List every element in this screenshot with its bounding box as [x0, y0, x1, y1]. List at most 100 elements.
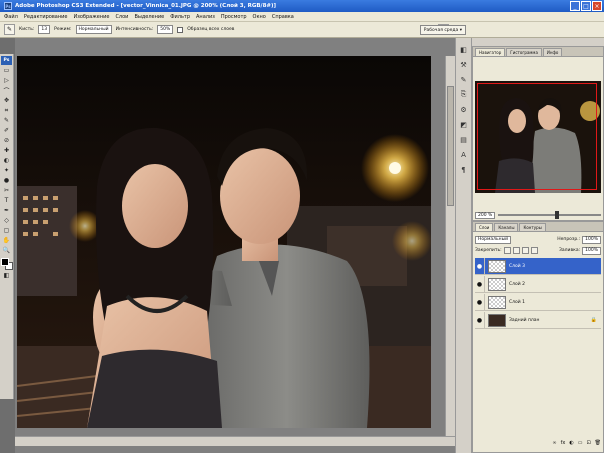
menu-analysis[interactable]: Анализ — [196, 14, 215, 20]
sample-all-layers-checkbox[interactable] — [177, 26, 184, 33]
layers-bottom-toolbar: ∞ fx ◐ ▭ ⊡ 🗑 — [475, 440, 601, 448]
shape-tool-icon[interactable]: ▢ — [1, 226, 12, 235]
layers-blend-row: Нормальный Непрозр.: 100% — [475, 235, 601, 244]
quick-select-tool-icon[interactable]: ✥ — [1, 96, 12, 105]
layers-panel: Слои Каналы Контуры Нормальный Непрозр.:… — [472, 221, 604, 453]
navigator-preview[interactable] — [475, 81, 601, 193]
opacity-input[interactable]: 50% — [157, 25, 174, 34]
adjustment-layer-icon[interactable]: ◐ — [569, 440, 573, 448]
sample-all-layers-label: Образец всех слоев — [187, 27, 235, 32]
title-bar: Ps Adobe Photoshop CS3 Extended - [vecto… — [0, 0, 604, 12]
delete-layer-icon[interactable]: 🗑 — [595, 440, 601, 448]
menu-help[interactable]: Справка — [272, 14, 294, 20]
tab-channels[interactable]: Каналы — [494, 223, 519, 231]
tab-info[interactable]: Инфо — [542, 48, 563, 56]
dock-icon-3[interactable]: ✎ — [458, 74, 469, 85]
visibility-eye-icon[interactable]: ● — [475, 257, 485, 275]
navigator-panel: Навигатор Гистограмма Инфо 200 % — [472, 46, 604, 221]
document-window — [15, 38, 455, 453]
dock-icon-5[interactable]: ⚙ — [458, 104, 469, 115]
zoom-value[interactable]: 200 % — [475, 211, 496, 219]
layer-row-layer-2[interactable]: ● Слой 2 — [475, 275, 601, 293]
layer-row-layer-3[interactable]: ● Слой 3 — [475, 257, 601, 275]
fill-input[interactable]: 100% — [582, 246, 601, 255]
layer-row-background[interactable]: ● Задний план 🔒 — [475, 311, 601, 329]
pen-tool-icon[interactable]: ✒ — [1, 206, 12, 215]
gradient-tool-icon[interactable]: ✦ — [1, 166, 12, 175]
vertical-scrollbar[interactable] — [445, 56, 455, 436]
menu-select[interactable]: Выделение — [134, 14, 164, 20]
workspace-button[interactable]: Рабочая среда ▾ — [419, 25, 466, 35]
tab-layers[interactable]: Слои — [475, 223, 494, 231]
layer-opacity-label: Непрозр.: — [557, 237, 581, 242]
visibility-eye-icon[interactable]: ● — [475, 293, 485, 311]
dock-icon-8[interactable]: A — [458, 149, 469, 160]
lock-position-icon[interactable] — [521, 247, 529, 254]
background-lock-icon: 🔒 — [590, 317, 597, 323]
lock-pixels-icon[interactable] — [512, 247, 520, 254]
foreground-color-swatch[interactable] — [0, 258, 9, 266]
lock-transparency-icon[interactable] — [503, 247, 511, 254]
layer-row-layer-1[interactable]: ● Слой 1 — [475, 293, 601, 311]
move-tool-icon[interactable]: ▷ — [1, 76, 12, 85]
zoom-tool-icon[interactable]: 🔍 — [1, 246, 12, 255]
new-layer-icon[interactable]: ⊡ — [586, 440, 590, 448]
menu-image[interactable]: Изображение — [73, 14, 109, 20]
layer-thumbnail — [488, 313, 506, 327]
minimize-button[interactable]: _ — [570, 1, 580, 11]
blend-mode-select[interactable]: Нормальный — [475, 235, 512, 244]
new-group-icon[interactable]: ▭ — [578, 440, 583, 448]
vertical-scroll-thumb[interactable] — [447, 86, 454, 206]
lock-all-icon[interactable] — [530, 247, 538, 254]
hand-tool-icon[interactable]: ✋ — [1, 236, 12, 245]
mode-select[interactable]: Нормальный — [75, 25, 112, 34]
dodge-tool-icon[interactable]: ✂ — [1, 186, 12, 195]
menu-file[interactable]: Файл — [4, 14, 18, 20]
menu-window[interactable]: Окно — [253, 14, 266, 20]
zoom-slider[interactable] — [498, 211, 601, 219]
healing-tool-icon[interactable]: ✎ — [1, 116, 12, 125]
marquee-tool-icon[interactable]: ▭ — [1, 66, 12, 75]
dock-icon-9[interactable]: ¶ — [458, 164, 469, 175]
lasso-tool-icon[interactable]: ⌒ — [1, 86, 12, 95]
visibility-eye-icon[interactable]: ● — [475, 275, 485, 293]
layer-style-icon[interactable]: fx — [561, 440, 566, 448]
tool-preset-icon[interactable]: ✎ — [4, 24, 15, 35]
brush-size-picker[interactable]: 13 — [38, 25, 51, 34]
tab-navigator[interactable]: Навигатор — [475, 48, 506, 56]
dock-icon-1[interactable]: ◧ — [458, 44, 469, 55]
visibility-eye-icon[interactable]: ● — [475, 311, 485, 329]
link-layers-icon[interactable]: ∞ — [552, 440, 556, 448]
brush-tool-icon[interactable]: ✐ — [1, 126, 12, 135]
tab-paths[interactable]: Контуры — [519, 223, 546, 231]
type-tool-icon[interactable]: T — [1, 196, 12, 205]
crop-tool-icon[interactable]: ⌗ — [1, 106, 12, 115]
tab-histogram[interactable]: Гистограмма — [506, 48, 542, 56]
clone-stamp-tool-icon[interactable]: ⊘ — [1, 136, 12, 145]
path-select-tool-icon[interactable]: ◇ — [1, 216, 12, 225]
dock-icon-7[interactable]: ▤ — [458, 134, 469, 145]
navigator-view-frame[interactable] — [477, 83, 597, 190]
dock-icon-4[interactable]: ⎘ — [458, 89, 469, 100]
panel-dock: ◧ ⚒ ✎ ⎘ ⚙ ◩ ▤ A ¶ — [455, 38, 472, 453]
history-brush-tool-icon[interactable]: ✚ — [1, 146, 12, 155]
layer-opacity-input[interactable]: 100% — [582, 235, 601, 244]
horizontal-scrollbar[interactable] — [15, 436, 455, 446]
layer-name: Задний план — [509, 317, 540, 323]
eraser-tool-icon[interactable]: ◐ — [1, 156, 12, 165]
quick-mask-icon[interactable]: ◧ — [1, 271, 12, 280]
document-canvas[interactable] — [17, 56, 431, 428]
menu-layers[interactable]: Слои — [115, 14, 128, 20]
right-panels: Навигатор Гистограмма Инфо 200 % Слои Ка… — [472, 38, 604, 453]
blur-tool-icon[interactable]: ● — [1, 176, 12, 185]
menu-view[interactable]: Просмотр — [221, 14, 247, 20]
maximize-button[interactable]: □ — [581, 1, 591, 11]
layers-lock-row: Закрепить: Заливка: 100% — [475, 246, 601, 255]
color-swatches[interactable] — [0, 258, 13, 270]
dock-icon-6[interactable]: ◩ — [458, 119, 469, 130]
close-button[interactable]: × — [592, 1, 602, 11]
dock-icon-2[interactable]: ⚒ — [458, 59, 469, 70]
menu-edit[interactable]: Редактирование — [24, 14, 68, 20]
zoom-slider-knob[interactable] — [554, 211, 559, 219]
menu-filter[interactable]: Фильтр — [170, 14, 190, 20]
